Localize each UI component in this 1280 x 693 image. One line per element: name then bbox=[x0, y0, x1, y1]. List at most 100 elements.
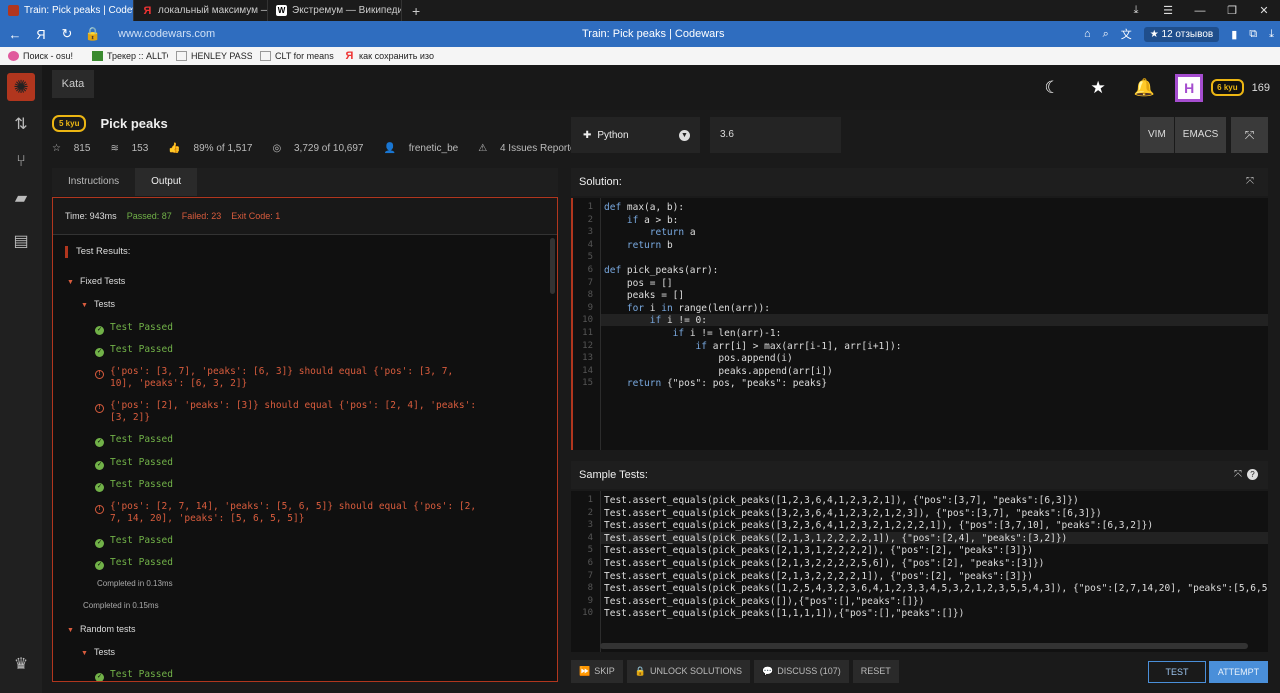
fixed-tests-group[interactable]: ▼ Fixed Tests bbox=[67, 276, 125, 286]
random-tests-group[interactable]: ▼ Random tests bbox=[67, 624, 135, 634]
codewars-logo-icon[interactable]: ✺ bbox=[7, 73, 35, 101]
tab-output[interactable]: Output bbox=[135, 168, 198, 196]
target-icon: ◎ bbox=[272, 143, 282, 154]
bookmark-osu[interactable]: Поиск - osu! bbox=[8, 51, 84, 61]
line-number: 2 bbox=[587, 507, 593, 518]
tab-instructions[interactable]: Instructions bbox=[52, 168, 135, 196]
help-icon[interactable]: ? bbox=[1247, 469, 1258, 480]
test-button[interactable]: TEST bbox=[1148, 661, 1206, 683]
line-number: 14 bbox=[582, 365, 593, 376]
test-passed-item: ✓ Test Passed bbox=[95, 434, 173, 447]
browser-tab-yandex[interactable]: Ялокальный максимум — Я bbox=[134, 0, 268, 21]
code-line: if a > b: bbox=[626, 214, 679, 226]
discuss-button[interactable]: 💬 DISCUSS (107) bbox=[753, 660, 849, 683]
line-number: 9 bbox=[587, 595, 593, 606]
solution-header: Solution: ⤧ bbox=[571, 168, 1268, 196]
wikipedia-favicon-icon: W bbox=[276, 5, 287, 16]
python-icon: ✚ bbox=[583, 129, 592, 141]
test-results-heading: Test Results: bbox=[65, 246, 130, 258]
line-number: 13 bbox=[582, 353, 593, 364]
bookmark-yandex[interactable]: Якак сохранить изо bbox=[344, 51, 434, 61]
user-rank-badge: 6 kyu bbox=[1211, 79, 1244, 96]
code-line: Test.assert_equals(pick_peaks([1,2,5,4,3… bbox=[604, 583, 1268, 595]
url-field[interactable]: www.codewars.com bbox=[118, 28, 215, 40]
expand-icon[interactable]: ⤧ bbox=[1234, 461, 1242, 489]
collection-icon: ≋ bbox=[110, 143, 119, 154]
tests-group[interactable]: ▼ Tests bbox=[81, 647, 115, 657]
unlock-solutions-button[interactable]: 🔒 UNLOCK SOLUTIONS bbox=[626, 660, 750, 683]
zoom-icon[interactable]: ⌕ bbox=[1103, 28, 1109, 41]
browser-tab-codewars[interactable]: Train: Pick peaks | Codewars bbox=[0, 0, 134, 21]
translate-icon[interactable]: 文 bbox=[1121, 26, 1132, 42]
app-sidebar: ✺ ⇅ ⑂ ▰ ▤ ♛ bbox=[0, 65, 42, 693]
code-line: Test.assert_equals(pick_peaks([2,1,3,2,2… bbox=[604, 570, 1033, 582]
emacs-mode-button[interactable]: EMACS bbox=[1174, 117, 1227, 153]
code-line: Test.assert_equals(pick_peaks([3,2,3,6,4… bbox=[604, 520, 1154, 532]
downloads-icon[interactable]: ⤓ bbox=[1120, 4, 1152, 17]
line-number: 7 bbox=[587, 277, 593, 288]
check-circle-icon: ✓ bbox=[95, 673, 104, 681]
version-select[interactable]: 3.6 bbox=[710, 117, 841, 153]
code-line: peaks.append(arr[i]) bbox=[604, 365, 833, 377]
stars-stat[interactable]: ☆ 815 bbox=[52, 143, 100, 154]
download-page-icon[interactable]: ⤓ bbox=[1269, 28, 1274, 41]
bookmarks-icon[interactable]: ★ bbox=[1075, 78, 1121, 98]
line-number: 8 bbox=[587, 583, 593, 594]
kumite-icon[interactable]: ⑂ bbox=[9, 150, 33, 174]
back-icon[interactable]: ← bbox=[4, 27, 26, 42]
minimize-icon[interactable]: — bbox=[1184, 5, 1216, 17]
line-number: 3 bbox=[587, 520, 593, 531]
check-circle-icon: ✓ bbox=[95, 326, 104, 335]
tests-horizontal-scrollbar[interactable] bbox=[600, 643, 1248, 649]
code-line: if arr[i] > max(arr[i-1], arr[i+1]): bbox=[695, 340, 902, 352]
kata-tab[interactable]: Kata bbox=[52, 70, 94, 98]
line-number: 6 bbox=[587, 558, 593, 568]
failed-count: Failed: 23 bbox=[181, 211, 222, 221]
avatar[interactable]: H bbox=[1175, 73, 1204, 102]
author-link[interactable]: 👤 frenetic_be bbox=[384, 143, 469, 154]
browser-tab-wikipedia[interactable]: W Экстремум — Википедия bbox=[268, 0, 402, 21]
solution-editor[interactable]: 1 def max(a, b): 2 if a > b: 3 return a 4 re… bbox=[571, 198, 1268, 450]
language-select[interactable]: ✚ Python ▼ bbox=[571, 117, 700, 153]
dark-mode-icon[interactable]: ☾ bbox=[1029, 78, 1075, 98]
sample-tests-editor[interactable]: 1 Test.assert_equals(pick_peaks([1,2,3,6,… bbox=[571, 491, 1268, 652]
bookmark-henley[interactable]: HENLEY PASSPORT bbox=[176, 51, 252, 61]
skip-button[interactable]: ⏩ SKIP bbox=[571, 660, 623, 683]
vim-mode-button[interactable]: VIM bbox=[1140, 117, 1174, 153]
reload-icon[interactable]: ↻ bbox=[56, 26, 78, 42]
new-tab-button[interactable]: + bbox=[402, 3, 430, 19]
bookmark-alltor[interactable]: Трекер :: ALLTOR. bbox=[92, 51, 168, 61]
comments-icon: 💬 bbox=[761, 666, 774, 676]
trophy-icon[interactable]: ♛ bbox=[9, 653, 33, 677]
code-line: pos.append(i) bbox=[604, 353, 793, 365]
code-line: Test.assert_equals(pick_peaks([]),{"pos"… bbox=[604, 595, 925, 607]
yandex-home-icon[interactable]: Я bbox=[30, 27, 52, 42]
thumbs-up-icon: 👍 bbox=[168, 143, 181, 154]
practice-icon[interactable]: ⇅ bbox=[9, 113, 33, 137]
restore-icon[interactable]: ❐ bbox=[1216, 4, 1248, 17]
docs-icon[interactable]: ▤ bbox=[9, 230, 33, 254]
extensions-icon[interactable]: ⧉ bbox=[1249, 28, 1257, 41]
output-scrollbar[interactable] bbox=[550, 238, 555, 294]
code-line: def pick_peaks(arr): bbox=[604, 265, 719, 276]
fullscreen-icon[interactable]: ⤧ bbox=[1231, 117, 1268, 153]
notifications-icon[interactable]: 🔔 bbox=[1121, 78, 1167, 98]
sample-tests-header: Sample Tests: ⤧ ? bbox=[571, 461, 1268, 489]
line-number: 6 bbox=[587, 265, 593, 275]
reviews-button[interactable]: ★ 12 отзывов bbox=[1143, 26, 1220, 42]
collections-stat[interactable]: ≋ 153 bbox=[110, 143, 158, 154]
bookmark-clt[interactable]: CLT for means bbox=[260, 51, 336, 61]
reader-icon[interactable]: ⌂ bbox=[1084, 28, 1091, 40]
tests-group[interactable]: ▼ Tests bbox=[81, 299, 115, 309]
expand-icon[interactable]: ⤧ bbox=[1246, 168, 1254, 196]
test-passed-item: ✓ Test Passed bbox=[95, 479, 173, 492]
error-circle-icon: ! bbox=[95, 505, 104, 514]
attempt-button[interactable]: ATTEMPT bbox=[1209, 661, 1268, 683]
close-window-icon[interactable]: ✕ bbox=[1248, 4, 1280, 17]
user-icon: 👤 bbox=[383, 143, 396, 154]
line-number: 10 bbox=[582, 608, 593, 619]
bookmark-page-icon[interactable]: ▮ bbox=[1231, 28, 1237, 41]
reset-button[interactable]: RESET bbox=[852, 660, 899, 683]
discuss-icon[interactable]: ▰ bbox=[9, 187, 33, 211]
menu-icon[interactable]: ☰ bbox=[1152, 4, 1184, 17]
